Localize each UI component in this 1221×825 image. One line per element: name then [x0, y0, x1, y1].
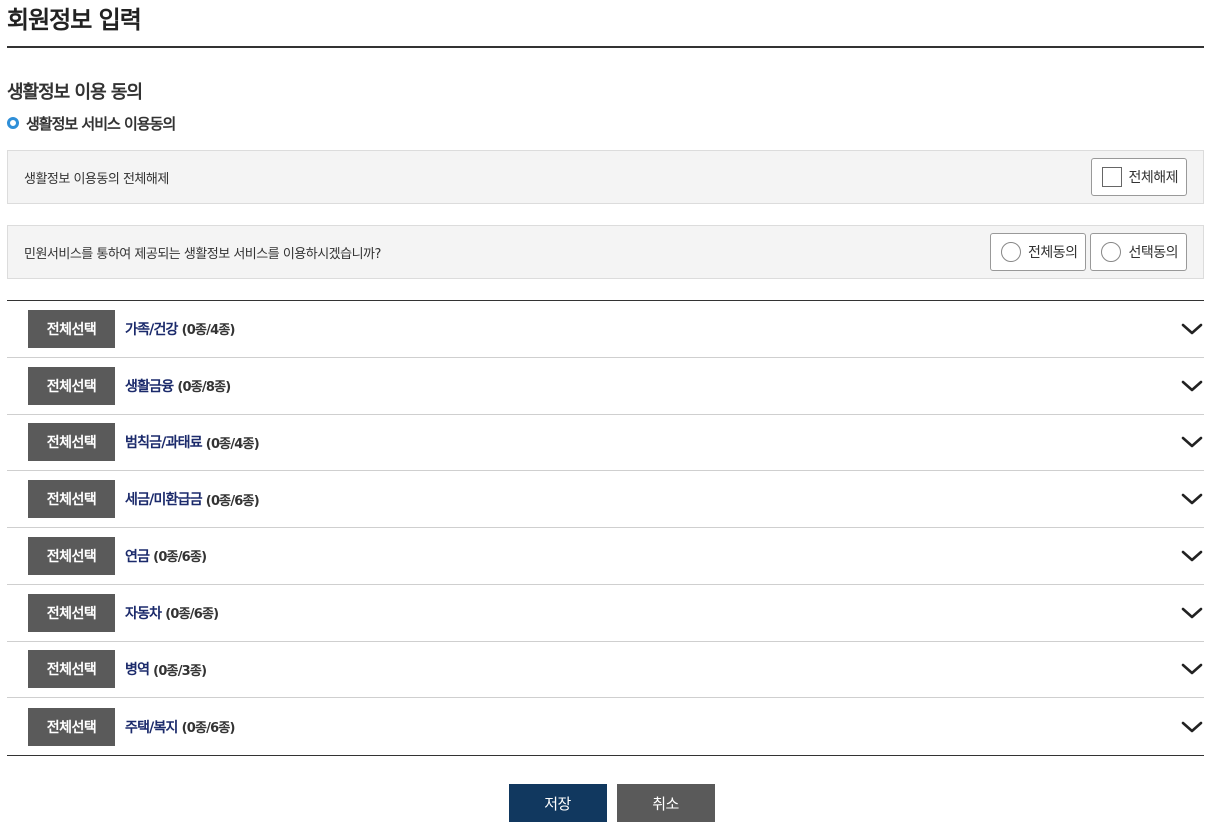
- form-actions: 저장 취소: [0, 784, 1221, 822]
- category-row[interactable]: 전체선택 연금 (0종/6종): [7, 528, 1204, 585]
- category-count: (0종/6종): [181, 721, 236, 737]
- category-row[interactable]: 전체선택 세금/미환급금 (0종/6종): [7, 471, 1204, 528]
- category-row[interactable]: 전체선택 가족/건강 (0종/4종): [7, 301, 1204, 358]
- select-all-button[interactable]: 전체선택: [28, 366, 115, 405]
- category-row[interactable]: 전체선택 자동차 (0종/6종): [7, 585, 1204, 642]
- category-accordion: 전체선택 가족/건강 (0종/4종) 전체선택 생활금융 (0종/8종) 전체선…: [7, 300, 1204, 756]
- radio-icon[interactable]: [1101, 242, 1122, 262]
- chevron-down-icon[interactable]: [1180, 660, 1204, 678]
- select-all-button[interactable]: 전체선택: [28, 707, 115, 746]
- category-name: 생활금융: [125, 378, 174, 395]
- release-all-text: 생활정보 이용동의 전체해제: [24, 171, 169, 187]
- category-name: 세금/미환급금: [125, 492, 203, 509]
- chevron-down-icon[interactable]: [1180, 604, 1204, 622]
- radio-icon[interactable]: [1000, 242, 1021, 262]
- page-title: 회원정보 입력: [7, 0, 1204, 48]
- category-count: (0종/4종): [181, 323, 236, 339]
- category-name: 범칙금/과태료: [125, 435, 203, 452]
- category-name: 병역: [125, 662, 150, 679]
- select-all-button[interactable]: 전체선택: [28, 593, 115, 632]
- agree-all-label: 전체동의: [1027, 245, 1078, 261]
- agree-select-radio-button[interactable]: 선택동의: [1090, 233, 1187, 271]
- category-count: (0종/6종): [165, 607, 219, 623]
- consent-box: 민원서비스를 통하여 제공되는 생활정보 서비스를 이용하시겠습니까? 전체동의…: [7, 225, 1204, 279]
- agree-all-radio-button[interactable]: 전체동의: [989, 233, 1087, 271]
- member-info-form: 회원정보 입력 생활정보 이용 동의 생활정보 서비스 이용동의 생활정보 이용…: [7, 0, 1204, 756]
- chevron-down-icon[interactable]: [1180, 320, 1204, 338]
- select-all-button[interactable]: 전체선택: [28, 309, 115, 348]
- chevron-down-icon[interactable]: [1180, 377, 1204, 395]
- cancel-button[interactable]: 취소: [616, 784, 715, 822]
- category-row[interactable]: 전체선택 범칙금/과태료 (0종/4종): [7, 415, 1204, 472]
- category-count: (0종/6종): [153, 550, 207, 566]
- chevron-down-icon[interactable]: [1180, 433, 1204, 451]
- category-name: 자동차: [125, 605, 162, 622]
- chevron-down-icon[interactable]: [1180, 718, 1204, 736]
- category-row[interactable]: 전체선택 생활금융 (0종/8종): [7, 358, 1204, 415]
- category-count: (0종/8종): [177, 380, 231, 396]
- chevron-down-icon[interactable]: [1180, 490, 1204, 508]
- category-name: 연금: [125, 548, 150, 565]
- category-row[interactable]: 전체선택 병역 (0종/3종): [7, 642, 1204, 699]
- category-name: 가족/건강: [125, 321, 178, 338]
- category-count: (0종/3종): [153, 663, 207, 679]
- select-all-button[interactable]: 전체선택: [28, 423, 115, 462]
- category-count: (0종/6종): [205, 493, 260, 509]
- release-all-label: 전체해제: [1128, 170, 1178, 186]
- category-name: 주택/복지: [125, 719, 178, 736]
- category-row[interactable]: 전체선택 주택/복지 (0종/6종): [7, 698, 1204, 755]
- subsection-title: 생활정보 서비스 이용동의: [7, 112, 1204, 134]
- bullet-circle-icon: [7, 117, 19, 129]
- select-all-button[interactable]: 전체선택: [28, 650, 115, 689]
- consent-question: 민원서비스를 통하여 제공되는 생활정보 서비스를 이용하시겠습니까?: [24, 246, 381, 262]
- agree-select-label: 선택동의: [1128, 245, 1178, 261]
- category-count: (0종/4종): [205, 436, 260, 452]
- release-all-box: 생활정보 이용동의 전체해제 전체해제: [7, 150, 1204, 204]
- select-all-button[interactable]: 전체선택: [28, 480, 115, 519]
- subsection-title-text: 생활정보 서비스 이용동의: [26, 114, 176, 133]
- select-all-button[interactable]: 전체선택: [28, 536, 115, 575]
- chevron-down-icon[interactable]: [1180, 547, 1204, 565]
- save-button[interactable]: 저장: [508, 784, 607, 822]
- section-title: 생활정보 이용 동의: [7, 82, 143, 103]
- consent-options: 전체동의 선택동의: [989, 233, 1187, 271]
- release-all-checkbox-button[interactable]: 전체해제: [1091, 158, 1187, 196]
- checkbox-icon[interactable]: [1102, 167, 1123, 187]
